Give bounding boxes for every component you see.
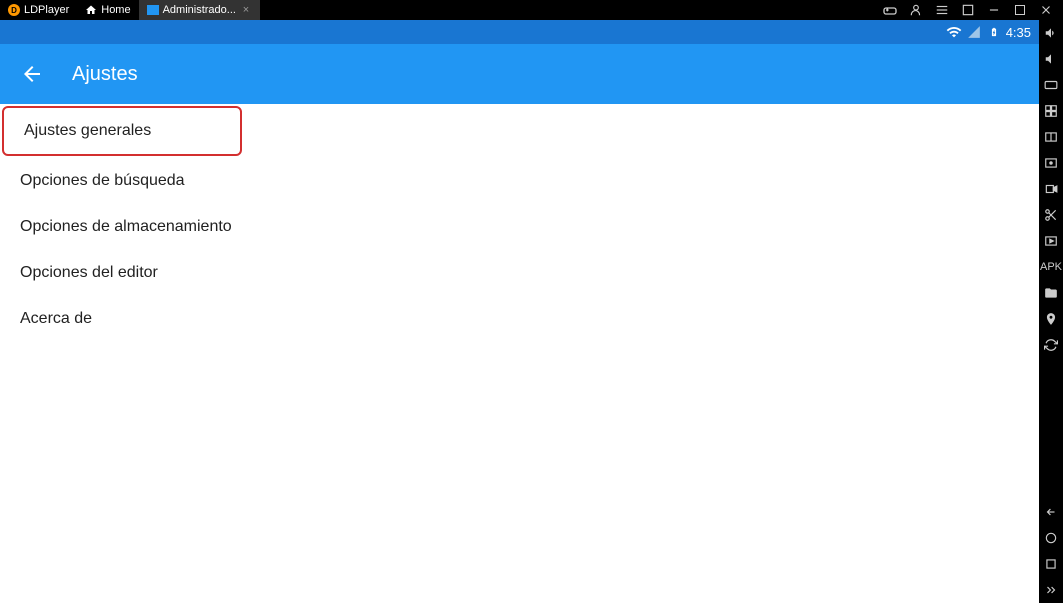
gps-icon[interactable]: [1042, 310, 1060, 328]
maximize-icon[interactable]: [1011, 1, 1029, 19]
minimize-icon[interactable]: [985, 1, 1003, 19]
emulator-screen: 4:35 Ajustes Ajustes generales Opciones …: [0, 20, 1039, 603]
settings-item-about[interactable]: Acerca de: [0, 296, 1039, 342]
appbar-title: Ajustes: [72, 63, 138, 86]
home-icon: [85, 4, 97, 16]
install-apk-icon[interactable]: APK: [1042, 258, 1060, 276]
folder-icon: [147, 5, 159, 15]
keyboard-icon[interactable]: [1042, 76, 1060, 94]
settings-item-label: Ajustes generales: [24, 122, 151, 139]
settings-item-label: Opciones de almacenamiento: [20, 218, 232, 235]
recent-nav-icon[interactable]: [1042, 555, 1060, 573]
app-tab: D LDPlayer: [0, 0, 77, 20]
window-titlebar: D LDPlayer Home Administrado... ×: [0, 0, 1063, 20]
back-nav-icon[interactable]: [1042, 503, 1060, 521]
admin-tab[interactable]: Administrado... ×: [139, 0, 260, 20]
app-toolbar: Ajustes: [0, 44, 1039, 104]
battery-icon: [986, 24, 1002, 40]
user-icon[interactable]: [907, 1, 925, 19]
settings-item-editor[interactable]: Opciones del editor: [0, 250, 1039, 296]
statusbar-time: 4:35: [1006, 25, 1031, 40]
window-controls: [881, 1, 1063, 19]
macro-icon[interactable]: [1042, 154, 1060, 172]
no-sim-icon: [966, 24, 982, 40]
settings-item-storage[interactable]: Opciones de almacenamiento: [0, 204, 1039, 250]
shared-folder-icon[interactable]: [1042, 284, 1060, 302]
settings-item-general[interactable]: Ajustes generales: [2, 106, 242, 156]
volume-down-icon[interactable]: [1042, 50, 1060, 68]
settings-item-search[interactable]: Opciones de búsqueda: [0, 158, 1039, 204]
volume-up-icon[interactable]: [1042, 24, 1060, 42]
settings-item-label: Opciones de búsqueda: [20, 172, 185, 189]
ldplayer-logo-icon: D: [8, 4, 20, 16]
rotate-icon[interactable]: [1042, 336, 1060, 354]
scissors-icon[interactable]: [1042, 206, 1060, 224]
home-tab-label: Home: [101, 4, 130, 16]
admin-tab-label: Administrado...: [163, 4, 236, 16]
settings-item-label: Opciones del editor: [20, 264, 158, 281]
sync-icon[interactable]: [1042, 128, 1060, 146]
expand-icon[interactable]: [1042, 581, 1060, 599]
app-name-label: LDPlayer: [24, 4, 69, 16]
home-nav-icon[interactable]: [1042, 529, 1060, 547]
home-tab[interactable]: Home: [77, 0, 138, 20]
android-statusbar: 4:35: [0, 20, 1039, 44]
emulator-sidebar: APK: [1039, 20, 1063, 603]
back-button[interactable]: [20, 62, 44, 86]
settings-list: Ajustes generales Opciones de búsqueda O…: [0, 104, 1039, 603]
menu-icon[interactable]: [933, 1, 951, 19]
gamepad-icon[interactable]: [881, 1, 899, 19]
close-window-icon[interactable]: [1037, 1, 1055, 19]
settings-item-label: Acerca de: [20, 310, 92, 327]
wifi-icon: [946, 24, 962, 40]
screenshot-icon[interactable]: [1042, 232, 1060, 250]
close-tab-icon[interactable]: ×: [240, 4, 252, 16]
fullscreen-icon[interactable]: [959, 1, 977, 19]
multi-instance-icon[interactable]: [1042, 102, 1060, 120]
record-icon[interactable]: [1042, 180, 1060, 198]
